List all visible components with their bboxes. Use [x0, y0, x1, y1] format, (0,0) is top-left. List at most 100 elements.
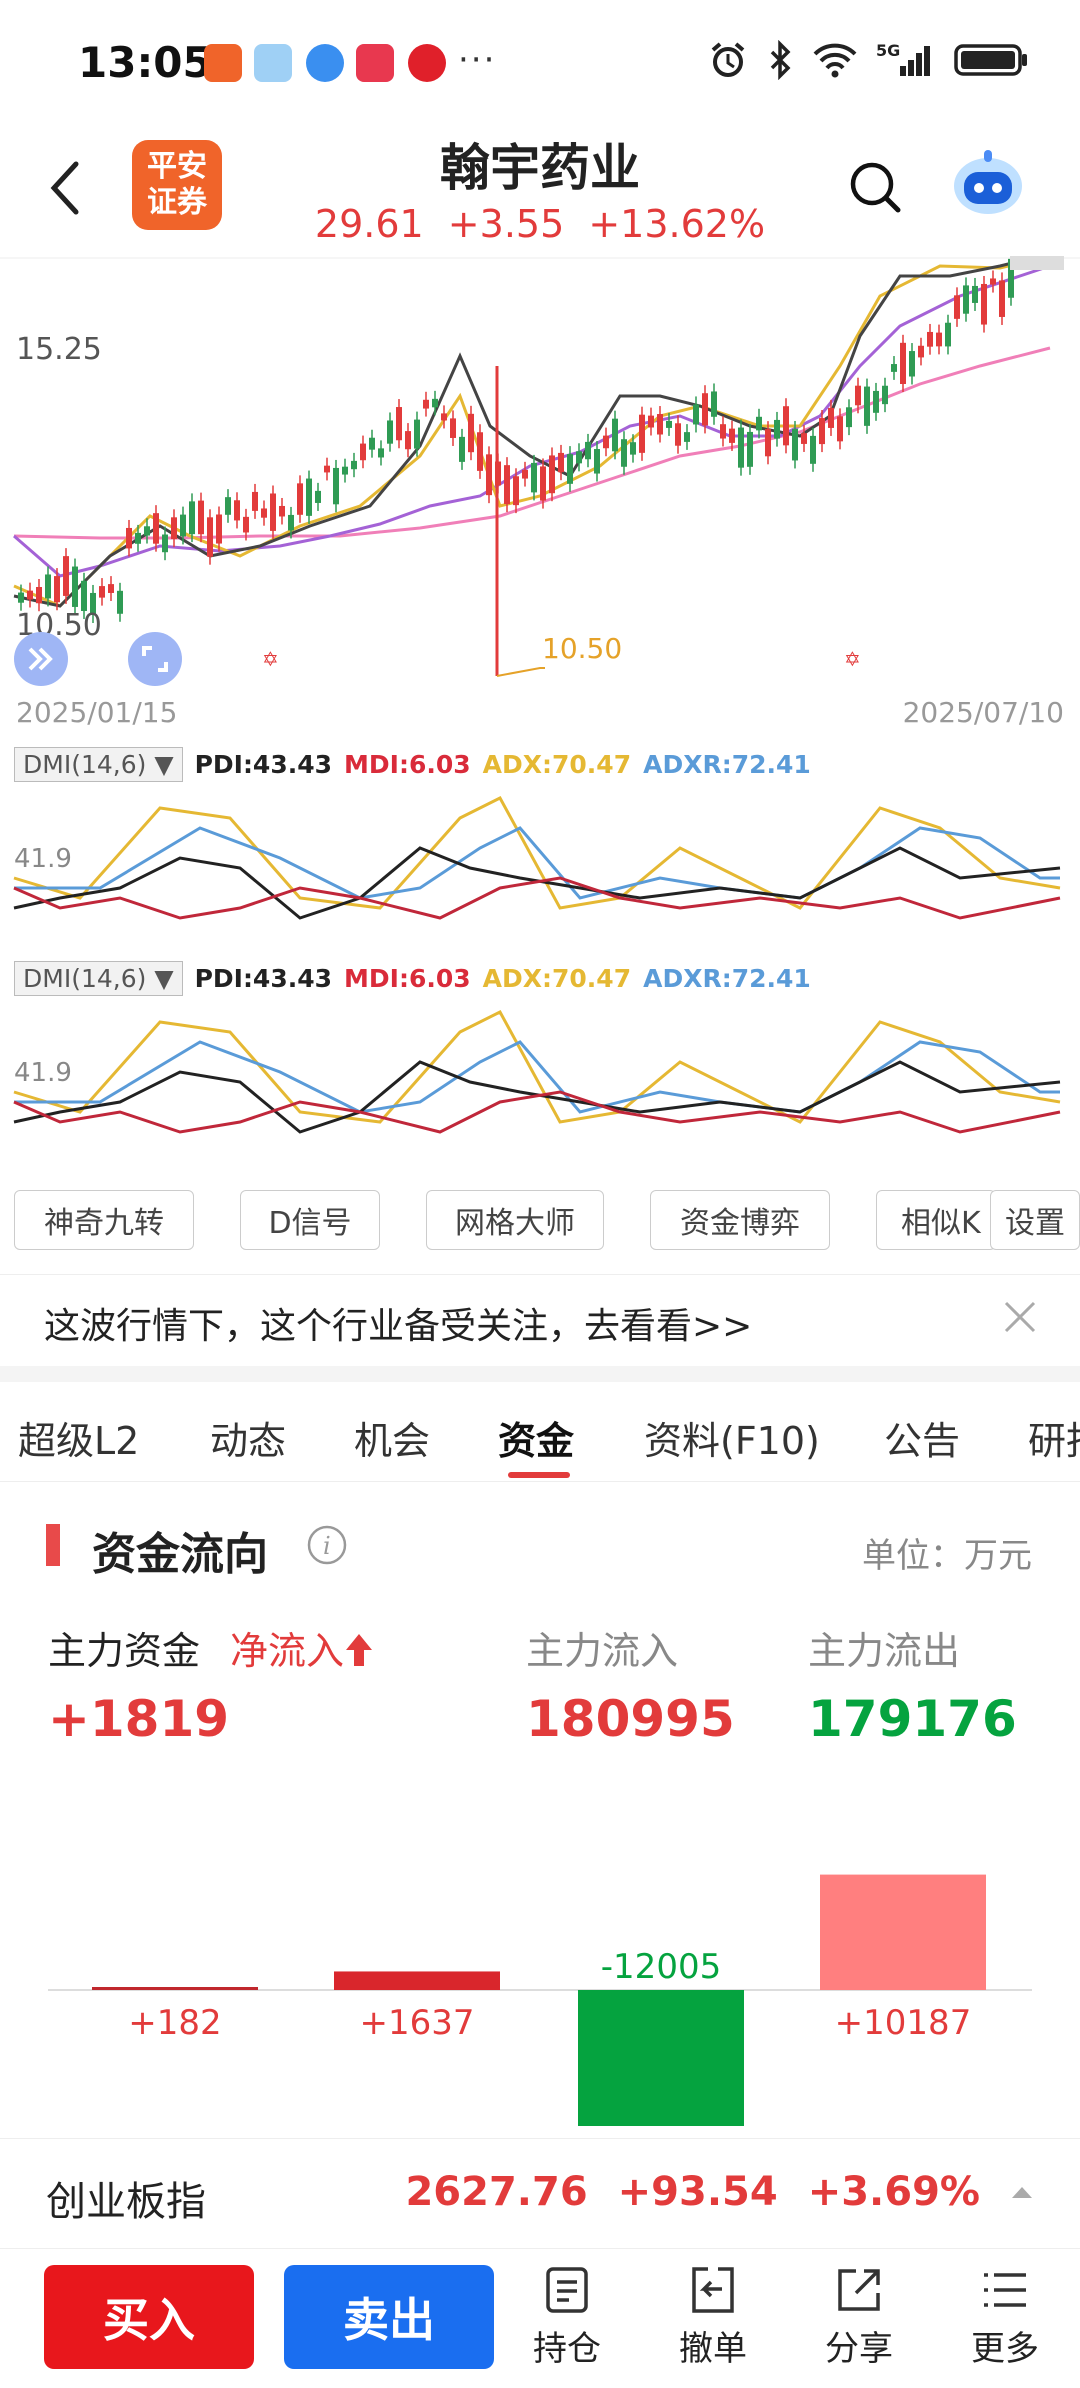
status-icons: 5G: [708, 40, 1030, 80]
adx-value: ADX:70.47: [482, 749, 632, 779]
status-time: 13:05: [78, 38, 212, 87]
bluetooth-icon: [770, 40, 791, 80]
search-icon[interactable]: [848, 160, 904, 216]
nav-cancel-order-label: 撤单: [679, 2329, 747, 2369]
close-icon[interactable]: [1000, 1297, 1040, 1337]
tool-magic-nine[interactable]: 神奇九转: [14, 1190, 194, 1250]
mdi-value: MDI:6.03: [344, 963, 471, 993]
stock-name: 翰宇药业: [440, 139, 640, 197]
outflow-label: 主力流出: [808, 1629, 961, 1673]
tool-d-signal[interactable]: D信号: [240, 1190, 380, 1250]
dmi-chart-1[interactable]: 41.9: [0, 788, 1080, 928]
more-icon: [984, 2273, 1026, 2307]
fund-bar-2: [578, 1990, 744, 2126]
browser-app-icon: [306, 44, 344, 82]
expand-left-button[interactable]: [14, 632, 68, 686]
detail-tabs: 超级L2 动态 机会 资金 资料(F10) 公告 研报: [0, 1382, 1080, 1482]
nav-share[interactable]: 分享: [804, 2265, 914, 2370]
pingan-app-icon: [204, 44, 242, 82]
ma-line-dark: [13, 254, 1041, 608]
fund-bar-label-3: +10187: [835, 2003, 972, 2043]
info-icon[interactable]: i: [306, 1524, 348, 1566]
nav-positions[interactable]: 持仓: [512, 2265, 622, 2370]
bottom-action-bar: 买入 卖出 持仓 撤单 分享 更多: [0, 2248, 1080, 2388]
indicator-selector[interactable]: DMI(14,6) ▼: [14, 960, 183, 996]
candlesticks: [18, 250, 1014, 623]
tool-grid-master[interactable]: 网格大师: [426, 1190, 604, 1250]
svg-text:5G: 5G: [876, 41, 900, 60]
fund-flow-summary: 主力资金 净流入 主力流入 主力流出 +1819 180995 179176: [0, 1620, 1080, 1790]
tab-super-l2[interactable]: 超级L2: [18, 1410, 139, 1465]
tab-opportunity[interactable]: 机会: [354, 1410, 430, 1465]
adxr-value: ADXR:72.41: [643, 749, 811, 779]
fullscreen-icon: [142, 646, 168, 672]
status-bar: 13:05 ··· 5G: [0, 0, 1080, 120]
svg-text:i: i: [323, 1532, 331, 1560]
index-values: 2627.76 +93.54 +3.69%: [405, 2169, 1034, 2215]
banner-text[interactable]: 这波行情下，这个行业备受关注，去看看>>: [44, 1297, 752, 1349]
unit-label: 单位：万元: [862, 1536, 1032, 1576]
weather-app-icon: [254, 44, 292, 82]
kline-chart[interactable]: ✡ ✡ 15.25 10.50 10.50 2025/01/15 2025/07…: [0, 250, 1080, 736]
indicator-name: DMI(14,6): [23, 749, 147, 779]
indicator-name: DMI(14,6): [23, 963, 147, 993]
fullscreen-button[interactable]: [128, 632, 182, 686]
tab-news[interactable]: 动态: [210, 1410, 286, 1465]
promo-banner[interactable]: 这波行情下，这个行业备受关注，去看看>>: [0, 1274, 1080, 1364]
tool-buttons: 神奇九转 D信号 网格大师 资金博弈 相似K 设置: [14, 1190, 1080, 1252]
ma-line-purple: [13, 264, 1051, 578]
pdi-value: PDI:43.43: [194, 963, 333, 993]
tool-fund-game[interactable]: 资金博弈: [650, 1190, 830, 1250]
tab-announcements[interactable]: 公告: [884, 1410, 960, 1465]
cancel-order-icon: [692, 2267, 734, 2313]
video-app-icon: [356, 44, 394, 82]
net-inflow-text: 净流入: [230, 1629, 345, 1673]
stock-quote: 29.61 +3.55 +13.62%: [0, 202, 1080, 246]
more-notifications-icon: ···: [458, 40, 497, 80]
pdi-value: PDI:43.43: [194, 749, 333, 779]
section-marker: [46, 1524, 60, 1566]
expand-up-icon: [1012, 2187, 1032, 2198]
tab-funds[interactable]: 资金: [498, 1410, 574, 1465]
sell-button[interactable]: 卖出: [284, 2265, 494, 2369]
bar-chart-canvas: +182 +1637 -12005 +10187: [48, 1874, 1032, 2126]
date-end: 2025/07/10: [902, 696, 1064, 729]
mdi-value: MDI:6.03: [344, 749, 471, 779]
double-chevron-icon: [28, 647, 53, 671]
buy-button[interactable]: 买入: [44, 2265, 254, 2369]
dmi-level-2: 41.9: [14, 1058, 72, 1088]
section-divider: [0, 1366, 1080, 1382]
index-value: 2627.76: [405, 2169, 588, 2215]
fund-flow-bar-chart: +182 +1637 -12005 +10187: [0, 1820, 1080, 2140]
positions-icon: [546, 2267, 588, 2313]
tab-reports[interactable]: 研报: [1028, 1410, 1080, 1465]
ai-assistant-icon[interactable]: [950, 148, 1026, 218]
index-name: 创业板指: [46, 2179, 206, 2225]
dmi-line-0: [13, 796, 1061, 910]
price-axis-high: 15.25: [16, 332, 102, 367]
low-marker-pointer: [496, 667, 545, 677]
signal-icon: 5G: [876, 41, 930, 76]
indicator-header-1: DMI(14,6) ▼ PDI:43.43 MDI:6.03 ADX:70.47…: [14, 744, 811, 784]
nav-more[interactable]: 更多: [950, 2265, 1060, 2370]
nav-cancel-order[interactable]: 撤单: [658, 2265, 768, 2370]
date-start: 2025/01/15: [16, 696, 178, 729]
min-price-marker: 10.50: [542, 632, 623, 665]
low-marker-star-2: ✡: [844, 647, 861, 671]
share-icon: [838, 2269, 880, 2311]
market-index-bar[interactable]: 创业板指 2627.76 +93.54 +3.69%: [0, 2138, 1080, 2248]
dmi-chart-2[interactable]: 41.9: [0, 1002, 1080, 1142]
fund-bar-1: [334, 1971, 500, 1990]
fund-bar-0: [92, 1987, 258, 1990]
low-marker-star-1: ✡: [262, 647, 279, 671]
fund-bar-label-1: +1637: [359, 2003, 474, 2043]
arrow-up-icon: [346, 1634, 373, 1666]
wifi-icon: [813, 43, 857, 78]
stock-change: +3.55: [447, 202, 565, 246]
tool-settings[interactable]: 设置: [990, 1190, 1080, 1250]
shopping-app-icon: [408, 44, 446, 82]
indicator-selector[interactable]: DMI(14,6) ▼: [14, 746, 183, 782]
tool-similar-k[interactable]: 相似K: [876, 1190, 996, 1250]
tab-f10[interactable]: 资料(F10): [644, 1410, 820, 1465]
dmi-line-0: [13, 1010, 1061, 1124]
